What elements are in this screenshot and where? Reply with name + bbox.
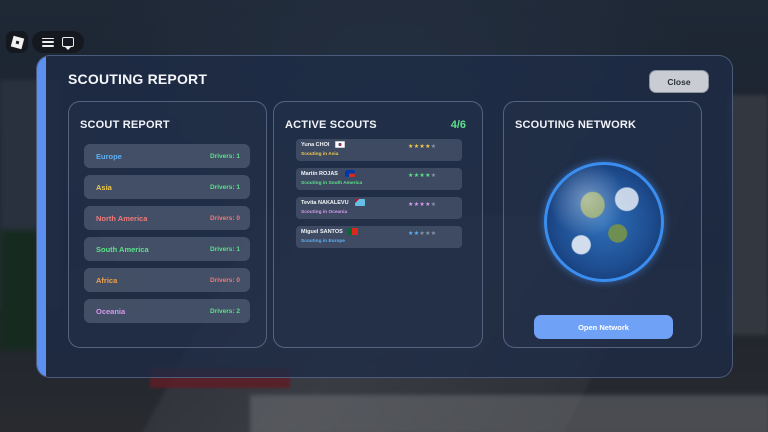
- scout-report-title: SCOUT REPORT: [80, 119, 170, 131]
- roblox-logo-icon: [10, 35, 24, 49]
- region-name: Oceania: [96, 306, 126, 316]
- star-empty-icon: ★: [430, 173, 437, 179]
- region-row[interactable]: Europe Drivers: 1: [84, 144, 250, 168]
- scouting-network-card: SCOUTING NETWORK Open Network: [503, 101, 702, 348]
- earth-globe-icon: [544, 162, 664, 282]
- kr-flag-icon: [334, 141, 345, 148]
- active-scouts-title: ACTIVE SCOUTS: [285, 119, 377, 131]
- region-driver-count: Drivers: 2: [210, 307, 240, 315]
- region-driver-count: Drivers: 0: [210, 214, 240, 222]
- scout-name: Tevita NAKALEVU: [301, 200, 349, 206]
- scout-row[interactable]: Martín ROJAS Scouting in South America ★★★…: [296, 168, 462, 190]
- region-name: Asia: [96, 182, 112, 192]
- scout-row[interactable]: Yuna CHOI Scouting in Asia ★★★★★: [296, 139, 462, 161]
- star-empty-icon: ★: [430, 144, 437, 150]
- scout-name: Yuna CHOI: [301, 142, 330, 148]
- region-row[interactable]: South America Drivers: 1: [84, 237, 250, 261]
- roblox-topbar-pill: [32, 31, 84, 53]
- scout-name: Miguel SANTOS: [301, 229, 343, 235]
- close-button[interactable]: Close: [649, 70, 709, 93]
- open-network-button[interactable]: Open Network: [534, 315, 673, 339]
- scouting-report-panel: SCOUTING REPORT Close SCOUT REPORT Europ…: [36, 55, 733, 378]
- scout-row[interactable]: Tevita NAKALEVU Scouting in Oceania ★★★★★: [296, 197, 462, 219]
- fj-flag-icon: [355, 199, 365, 206]
- scout-location: Scouting in South America: [301, 181, 363, 186]
- cl-flag-icon: [344, 170, 355, 177]
- chat-icon[interactable]: [62, 37, 74, 50]
- scout-rating-stars: ★★★★★: [408, 201, 436, 208]
- region-driver-count: Drivers: 1: [210, 245, 240, 253]
- region-row[interactable]: Asia Drivers: 1: [84, 175, 250, 199]
- scout-rating-stars: ★★★★★: [408, 143, 436, 150]
- scout-rating-stars: ★★★★★: [408, 230, 436, 237]
- star-empty-icon: ★: [430, 231, 437, 237]
- roblox-menu-button[interactable]: [6, 31, 28, 53]
- region-driver-count: Drivers: 1: [210, 183, 240, 191]
- scout-name: Martín ROJAS: [301, 171, 338, 177]
- region-name: North America: [96, 213, 148, 223]
- scout-row[interactable]: Miguel SANTOS Scouting in Europe ★★★★★: [296, 226, 462, 248]
- region-row[interactable]: Oceania Drivers: 2: [84, 299, 250, 323]
- region-row[interactable]: Africa Drivers: 0: [84, 268, 250, 292]
- scout-location: Scouting in Asia: [301, 152, 339, 157]
- scout-location: Scouting in Europe: [301, 239, 345, 244]
- scouting-network-title: SCOUTING NETWORK: [515, 119, 637, 131]
- scout-report-card: SCOUT REPORT Europe Drivers: 1 Asia Drivers…: [68, 101, 267, 348]
- hamburger-menu-icon[interactable]: [42, 37, 54, 47]
- star-empty-icon: ★: [430, 202, 437, 208]
- active-scouts-card: ACTIVE SCOUTS 4/6 Yuna CHOI Scouting in A…: [273, 101, 483, 348]
- region-row[interactable]: North America Drivers: 0: [84, 206, 250, 230]
- pt-flag-icon: [348, 228, 359, 235]
- region-name: Europe: [96, 151, 122, 161]
- scout-rating-stars: ★★★★★: [408, 172, 436, 179]
- region-driver-count: Drivers: 0: [210, 276, 240, 284]
- panel-accent-bar: [37, 56, 46, 377]
- region-name: South America: [96, 244, 149, 254]
- region-driver-count: Drivers: 1: [210, 152, 240, 160]
- scout-location: Scouting in Oceania: [301, 210, 348, 215]
- panel-title: SCOUTING REPORT: [68, 71, 208, 87]
- active-scouts-count: 4/6: [450, 119, 466, 131]
- region-name: Africa: [96, 275, 118, 285]
